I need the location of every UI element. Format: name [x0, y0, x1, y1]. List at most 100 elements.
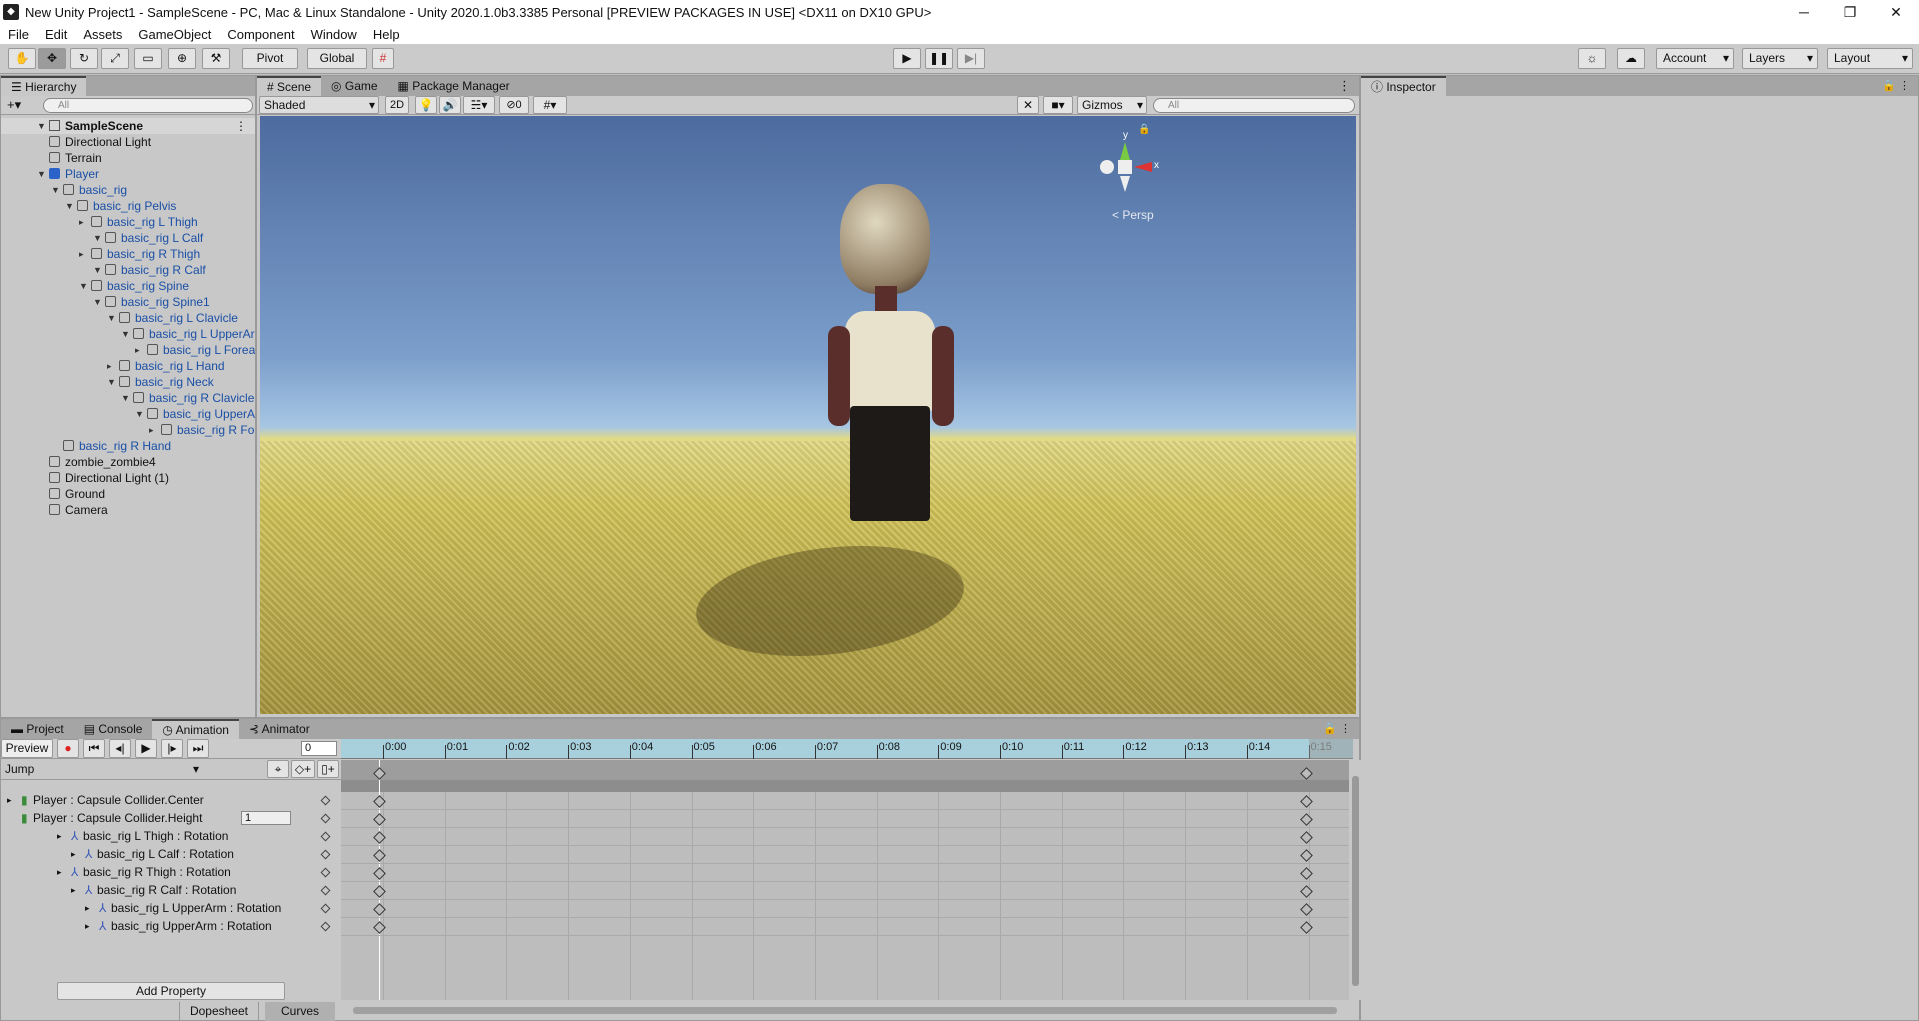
expand-arrow-icon[interactable]: ▸	[7, 791, 12, 809]
add-event-icon[interactable]: ▯+	[317, 760, 339, 778]
expand-arrow-icon[interactable]: ▸	[79, 246, 84, 262]
expand-arrow-icon[interactable]: ▸	[135, 342, 140, 358]
custom-tool-icon[interactable]: ⚒	[202, 48, 230, 69]
animation-property-row[interactable]: ▸ ⅄ basic_rig UpperArm : Rotation	[1, 917, 341, 935]
minimize-button[interactable]: ─	[1781, 4, 1827, 21]
animation-property-row[interactable]: ▮ Player : Capsule Collider.Height 1	[1, 809, 341, 827]
add-key-icon[interactable]: ◇+	[291, 760, 315, 778]
expand-arrow-icon[interactable]: ▼	[135, 406, 144, 422]
2d-toggle-button[interactable]: 2D	[385, 96, 409, 114]
hierarchy-item[interactable]: basic_rig R Hand	[1, 438, 255, 454]
hierarchy-item[interactable]: ▼ Player	[1, 166, 255, 182]
keyframe[interactable]	[1300, 885, 1313, 898]
keyframe-toggle-icon[interactable]	[320, 813, 331, 824]
keyframe-toggle-icon[interactable]	[320, 831, 331, 842]
tab-animation[interactable]: ◷ Animation	[152, 719, 239, 739]
orientation-gizmo[interactable]: y x	[1098, 126, 1159, 206]
account-dropdown[interactable]: Account ▾	[1656, 48, 1734, 69]
animation-property-row[interactable]: ▸ ▮ Player : Capsule Collider.Center	[1, 791, 341, 809]
hierarchy-item[interactable]: Directional Light	[1, 134, 255, 150]
hierarchy-item[interactable]: ▼ basic_rig Spine	[1, 278, 255, 294]
hierarchy-item[interactable]: ▸ basic_rig L Thigh	[1, 214, 255, 230]
menu-assets[interactable]: Assets	[75, 27, 130, 42]
effects-icon[interactable]: ☵▾	[463, 96, 495, 114]
keyframe-toggle-icon[interactable]	[320, 921, 331, 932]
animation-property-row[interactable]: ▸ ⅄ basic_rig L Thigh : Rotation	[1, 827, 341, 845]
tools-icon[interactable]: ✕	[1017, 96, 1039, 114]
hierarchy-item[interactable]: ▸ basic_rig L Forearm	[1, 342, 255, 358]
add-property-button[interactable]: Add Property	[57, 982, 285, 1000]
hierarchy-item[interactable]: ▼ basic_rig R Clavicle	[1, 390, 255, 406]
hierarchy-item[interactable]: ▼ basic_rig UpperArm	[1, 406, 255, 422]
layers-dropdown[interactable]: Layers ▾	[1742, 48, 1818, 69]
gizmos-dropdown[interactable]: Gizmos ▾	[1077, 96, 1147, 114]
hierarchy-item[interactable]: ▼ basic_rig R Calf	[1, 262, 255, 278]
projection-label[interactable]: < Persp	[1112, 208, 1154, 222]
hierarchy-item[interactable]: ▼ basic_rig L Clavicle	[1, 310, 255, 326]
clip-dropdown[interactable]: Jump ▾	[3, 761, 203, 778]
keyframe-toggle-icon[interactable]	[320, 885, 331, 896]
expand-arrow-icon[interactable]: ▼	[37, 118, 46, 134]
move-tool-icon[interactable]: ✥	[38, 48, 66, 69]
next-key-icon[interactable]: |▸	[161, 739, 183, 758]
scrollbar-thumb[interactable]	[1352, 776, 1359, 986]
menu-file[interactable]: File	[0, 27, 37, 42]
hierarchy-item[interactable]: Ground	[1, 486, 255, 502]
hierarchy-item[interactable]: ▼ basic_rig Spine1	[1, 294, 255, 310]
pause-button[interactable]: ❚❚	[925, 48, 953, 69]
maximize-button[interactable]: ❐	[1827, 4, 1873, 21]
dopesheet-grid[interactable]	[341, 760, 1349, 1000]
keyframe-toggle-icon[interactable]	[320, 867, 331, 878]
add-icon[interactable]: +▾	[7, 97, 21, 113]
close-button[interactable]: ✕	[1873, 4, 1919, 21]
grid-icon[interactable]: #▾	[533, 96, 567, 114]
expand-arrow-icon[interactable]: ▼	[107, 310, 116, 326]
layout-dropdown[interactable]: Layout ▾	[1827, 48, 1913, 69]
animation-property-row[interactable]: ▸ ⅄ basic_rig R Thigh : Rotation	[1, 863, 341, 881]
play-animation-icon[interactable]: ▶	[135, 739, 157, 758]
animation-property-row[interactable]: ▸ ⅄ basic_rig L UpperArm : Rotation	[1, 899, 341, 917]
tab-scene[interactable]: # Scene	[257, 76, 322, 96]
keyframe[interactable]	[1300, 849, 1313, 862]
audio-icon[interactable]: 🔊	[439, 96, 461, 114]
step-button[interactable]: ▶|	[957, 48, 985, 69]
tab-inspector[interactable]: ⓘ Inspector	[1361, 76, 1446, 96]
expand-arrow-icon[interactable]: ▼	[79, 278, 88, 294]
vertical-scrollbar[interactable]	[1350, 760, 1361, 1000]
expand-arrow-icon[interactable]: ▸	[57, 863, 62, 881]
expand-arrow-icon[interactable]: ▼	[93, 294, 102, 310]
pivot-button[interactable]: Pivot	[242, 48, 298, 69]
gizmo-lock-icon[interactable]: 🔒	[1138, 124, 1150, 135]
menu-help[interactable]: Help	[365, 27, 408, 42]
hierarchy-search-input[interactable]: All	[43, 98, 253, 113]
expand-arrow-icon[interactable]: ▸	[57, 827, 62, 845]
scene-menu-icon[interactable]: ⋮	[235, 118, 247, 134]
hidden-objects-toggle[interactable]: ⊘0	[499, 96, 529, 114]
hierarchy-item[interactable]: ▸ basic_rig R Thigh	[1, 246, 255, 262]
expand-arrow-icon[interactable]: ▸	[85, 899, 90, 917]
expand-arrow-icon[interactable]: ▸	[71, 845, 76, 863]
lighting-icon[interactable]: 💡	[415, 96, 437, 114]
hierarchy-item[interactable]: ▼ basic_rig L UpperArm	[1, 326, 255, 342]
expand-arrow-icon[interactable]: ▸	[107, 358, 112, 374]
preview-button[interactable]: Preview	[1, 739, 53, 758]
collab-icon[interactable]: ☼	[1578, 48, 1606, 69]
animation-property-row[interactable]: ▸ ⅄ basic_rig L Calf : Rotation	[1, 845, 341, 863]
hierarchy-item[interactable]: zombie_zombie4	[1, 454, 255, 470]
hscrollbar-thumb[interactable]	[353, 1007, 1337, 1014]
grid-snap-icon[interactable]: #	[372, 48, 394, 69]
tab-console[interactable]: ▤ Console	[74, 719, 153, 739]
menu-component[interactable]: Component	[219, 27, 302, 42]
expand-arrow-icon[interactable]: ▼	[37, 166, 46, 182]
expand-arrow-icon[interactable]: ▼	[121, 326, 130, 342]
rect-tool-icon[interactable]: ▭	[134, 48, 162, 69]
first-key-icon[interactable]: ⏮	[83, 739, 105, 758]
rotate-tool-icon[interactable]: ↻	[70, 48, 98, 69]
hierarchy-scene-root[interactable]: ▼ SampleScene ⋮	[1, 118, 255, 134]
cloud-icon[interactable]: ☁	[1617, 48, 1645, 69]
keyframe-toggle-icon[interactable]	[320, 795, 331, 806]
expand-arrow-icon[interactable]: ▸	[85, 917, 90, 935]
menu-edit[interactable]: Edit	[37, 27, 75, 42]
record-icon[interactable]: ●	[57, 739, 79, 758]
keyframe-toggle-icon[interactable]	[320, 849, 331, 860]
